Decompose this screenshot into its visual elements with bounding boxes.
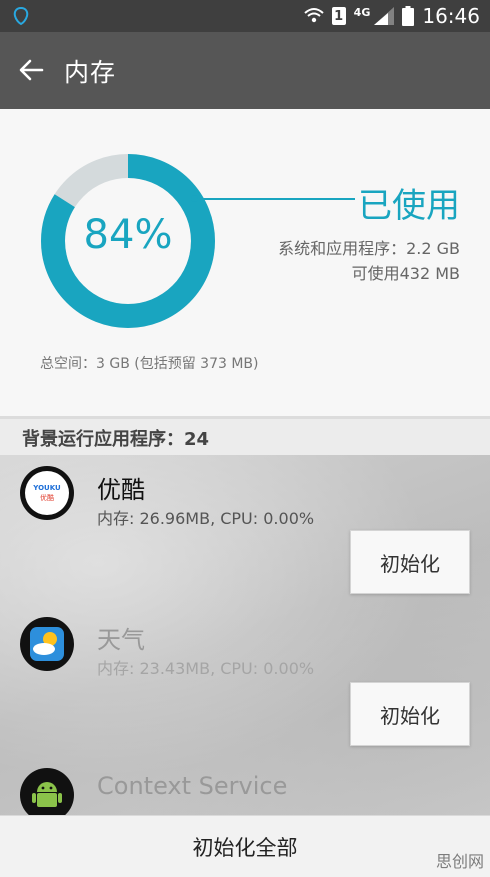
section-header: 背景运行应用程序：24 xyxy=(0,419,490,455)
page-title: 内存 xyxy=(64,58,117,87)
youku-logo-text: YOUKU xyxy=(33,484,61,492)
android-icon xyxy=(20,768,74,822)
watermark: 思创网 xyxy=(435,852,484,871)
leader-line xyxy=(195,198,355,200)
app-name: Context Service xyxy=(97,772,288,800)
app-memory-cpu: 内存: 23.43MB, CPU: 0.00% xyxy=(97,659,315,678)
notification-icon xyxy=(13,6,29,26)
app-bar: 内存 xyxy=(0,32,490,109)
leader-dot xyxy=(191,195,198,202)
battery-icon xyxy=(402,6,415,26)
system-apps-usage: 系统和应用程序：2.2 GB xyxy=(278,239,460,258)
status-bar: 1 4G 16:46 xyxy=(0,0,490,32)
back-arrow-icon[interactable] xyxy=(18,57,44,83)
wifi-icon xyxy=(304,8,324,23)
youku-logo-subtext: 优酷 xyxy=(40,494,54,502)
app-name: 优酷 xyxy=(97,476,145,504)
section-title: 背景运行应用程序：24 xyxy=(22,429,210,450)
init-all-button[interactable]: 初始化全部 xyxy=(0,815,490,877)
app-name: 天气 xyxy=(97,626,145,654)
clock: 16:46 xyxy=(422,4,480,28)
init-button[interactable]: 初始化 xyxy=(350,682,470,746)
weather-icon xyxy=(20,617,74,671)
status-icons: 1 4G 16:46 xyxy=(304,0,480,32)
available-memory: 可使用432 MB xyxy=(351,264,460,283)
sim-badge: 1 xyxy=(331,7,346,25)
usage-percent: 84% xyxy=(83,212,173,258)
signal-icon xyxy=(374,7,395,25)
init-button[interactable]: 初始化 xyxy=(350,530,470,594)
network-type: 4G xyxy=(353,6,371,19)
youku-icon: YOUKU 优酷 xyxy=(20,466,74,520)
app-memory-cpu: 内存: 26.96MB, CPU: 0.00% xyxy=(97,509,315,528)
total-space: 总空间：3 GB (包括预留 373 MB) xyxy=(40,356,259,372)
used-label: 已使用 xyxy=(358,186,460,226)
